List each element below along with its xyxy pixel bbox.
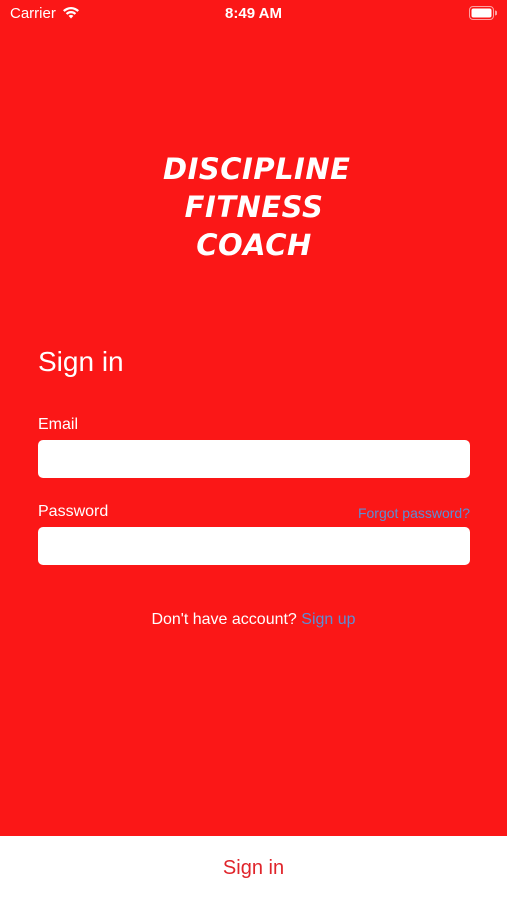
sign-up-prompt: Don't have account? Sign up (0, 611, 507, 629)
status-bar: Carrier 8:49 AM (0, 0, 507, 28)
forgot-password-link[interactable]: Forgot password? (358, 505, 470, 521)
logo-line-1: DISCIPLINE (163, 152, 351, 186)
logo-line-2: FITNESS (184, 190, 324, 224)
no-account-text: Don't have account? (151, 611, 302, 628)
password-label: Password (38, 503, 109, 520)
password-field[interactable] (38, 527, 470, 565)
discipline-fitness-coach-logo: DISCIPLINE FITNESS COACH (163, 150, 351, 264)
battery-icon (469, 6, 497, 20)
page-title: Sign in (38, 346, 124, 377)
logo-line-3: COACH (196, 228, 312, 262)
sign-in-button[interactable]: Sign in (0, 836, 507, 900)
sign-up-link[interactable]: Sign up (301, 611, 355, 628)
sign-in-screen: Carrier 8:49 AM DISCIPLINE FITNESS COACH… (0, 0, 507, 836)
clock: 8:49 AM (225, 5, 282, 22)
email-label: Email (38, 416, 79, 433)
email-field[interactable] (38, 440, 470, 478)
